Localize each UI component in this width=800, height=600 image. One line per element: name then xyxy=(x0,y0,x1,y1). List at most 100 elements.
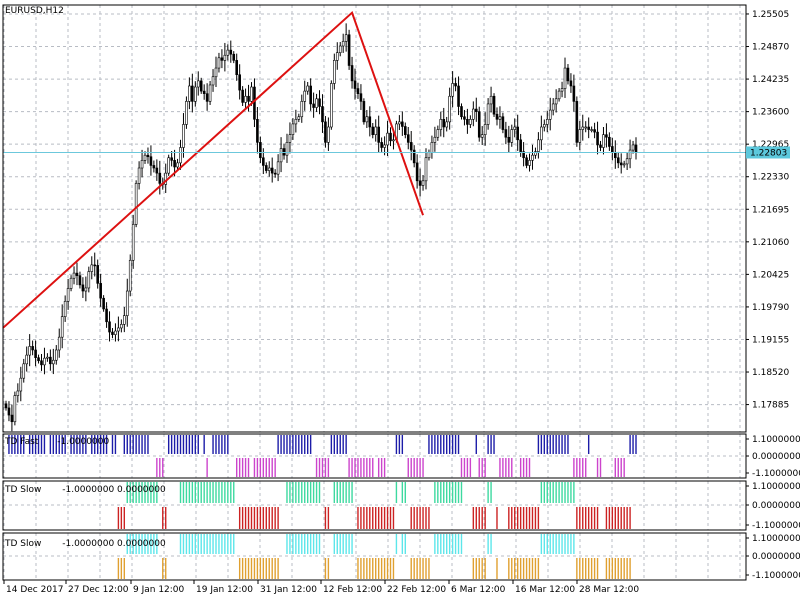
candle-body xyxy=(513,126,517,130)
price-tick-label: 1.24235 xyxy=(752,75,789,85)
time-tick-label: 31 Jan 12:00 xyxy=(260,585,317,595)
candle-body xyxy=(359,93,363,102)
candle-body xyxy=(619,162,623,166)
candle-body xyxy=(217,57,221,69)
candle-body xyxy=(72,272,76,279)
candle-body xyxy=(587,126,590,130)
candle-body xyxy=(486,103,490,125)
candle-body xyxy=(551,103,555,111)
candle-body xyxy=(480,134,484,138)
candle-body xyxy=(111,331,114,335)
candle-body xyxy=(176,162,179,168)
candle-body xyxy=(318,98,321,107)
candle-body xyxy=(199,80,203,92)
candle-body xyxy=(611,146,614,153)
price-tick-label: 1.20425 xyxy=(752,270,789,280)
candle-body xyxy=(312,103,315,108)
candle-body xyxy=(392,139,395,142)
candle-body xyxy=(492,95,496,115)
candle-body xyxy=(300,101,304,118)
candle-body xyxy=(22,363,26,379)
candle-body xyxy=(232,53,236,61)
candle-body xyxy=(250,86,253,102)
candle-body xyxy=(335,52,339,61)
candle-body xyxy=(424,157,428,182)
time-tick-label: 28 Mar 12:00 xyxy=(579,585,639,595)
candle-body xyxy=(43,357,46,366)
candle-body xyxy=(87,271,91,289)
candle-body xyxy=(540,126,543,141)
candle-body xyxy=(377,126,380,143)
candle-body xyxy=(457,85,460,107)
td-slow-label-1: TD Slow -1.0000000 0.0000000 xyxy=(4,485,166,495)
candle-body xyxy=(439,119,443,130)
time-tick-label: 19 Jan 12:00 xyxy=(196,585,253,595)
candle-body xyxy=(442,119,446,128)
candle-body xyxy=(10,414,14,423)
indicator-scale-label: -1.1000000 xyxy=(752,469,800,479)
candle-body xyxy=(581,126,585,130)
candle-body xyxy=(196,80,200,88)
candle-body xyxy=(4,403,8,409)
price-tick-label: 1.21060 xyxy=(752,238,789,248)
price-tick-label: 1.25505 xyxy=(752,10,789,20)
candle-body xyxy=(13,395,17,423)
candle-body xyxy=(386,132,389,146)
candle-body xyxy=(528,160,531,166)
candle-body xyxy=(60,316,64,338)
symbol-label: EURUSD,H12 xyxy=(5,6,64,16)
td-fast-name: TD Fast xyxy=(4,437,39,447)
candle-body xyxy=(489,95,493,105)
candle-body xyxy=(474,108,478,112)
indicator-scale-label: 0.0000000 xyxy=(752,501,800,511)
candle-body xyxy=(575,101,579,143)
candle-body xyxy=(469,119,472,125)
candle-body xyxy=(235,60,239,76)
candle-body xyxy=(628,149,632,160)
candle-body xyxy=(25,354,29,365)
candle-body xyxy=(173,160,176,168)
price-axis: 1.255051.248701.242351.236001.229651.223… xyxy=(746,10,800,581)
candle-body xyxy=(593,129,596,133)
candle-body xyxy=(371,126,375,135)
candle-body xyxy=(238,74,241,91)
candle-body xyxy=(152,165,156,169)
candle-body xyxy=(306,85,309,92)
candle-body xyxy=(451,83,454,97)
trendline[interactable] xyxy=(2,10,424,329)
candle-body xyxy=(170,157,173,161)
candle-body xyxy=(128,259,132,292)
chart-window[interactable]: 1.255051.248701.242351.236001.229651.223… xyxy=(0,0,800,600)
candle-body xyxy=(433,136,437,143)
td-slow-label-2: TD Slow -1.0000000 0.0000000 xyxy=(4,539,166,549)
candle-body xyxy=(120,324,123,329)
candle-body xyxy=(409,142,413,151)
candle-body xyxy=(418,180,422,186)
candle-body xyxy=(472,108,475,120)
candle-body xyxy=(37,357,40,362)
candle-body xyxy=(569,80,573,87)
trendline-zigzag[interactable] xyxy=(2,10,424,329)
indicator-scale-label: 1.1000000 xyxy=(752,482,800,492)
candle-body xyxy=(143,154,147,161)
candle-body xyxy=(208,84,212,102)
candle-body xyxy=(483,124,487,135)
candle-body xyxy=(282,148,286,156)
candle-body xyxy=(241,89,244,103)
candle-body xyxy=(531,154,534,161)
td-fast-value: -1.0000000 xyxy=(57,437,109,447)
candle-body xyxy=(54,349,58,361)
candle-body xyxy=(214,67,218,78)
candle-body xyxy=(131,224,135,261)
candle-body xyxy=(149,156,153,166)
td-fast-label: TD Fast -1.0000000 xyxy=(4,437,109,447)
candle-body xyxy=(256,119,259,143)
candle-body xyxy=(578,129,582,143)
price-tick-label: 1.23600 xyxy=(752,108,789,118)
candle-body xyxy=(102,297,105,310)
price-tick-label: 1.21695 xyxy=(752,205,789,215)
candle-body xyxy=(599,144,602,148)
candle-body xyxy=(401,121,404,127)
candle-body xyxy=(182,124,185,148)
candle-body xyxy=(554,98,558,105)
